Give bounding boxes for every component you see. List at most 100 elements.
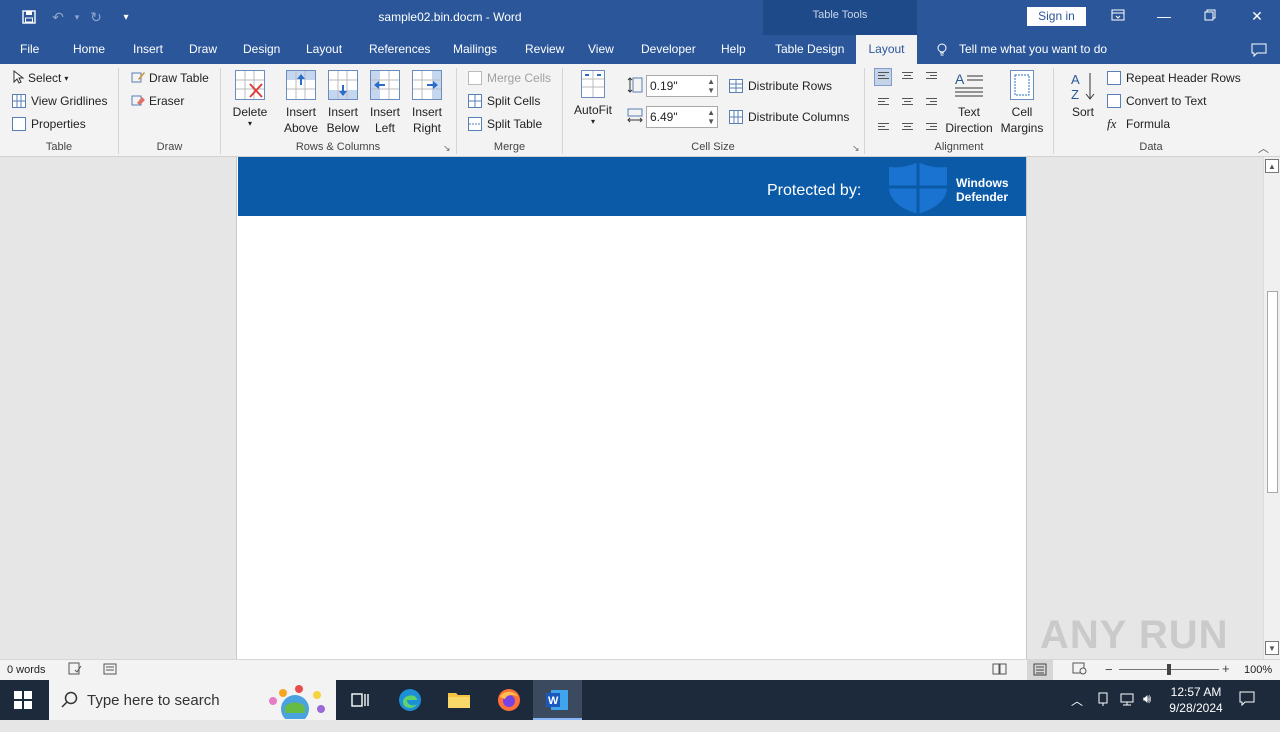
sort-button[interactable]: AZ Sort [1066, 70, 1100, 120]
tab-home[interactable]: Home [69, 35, 109, 64]
align-bottom-right-icon[interactable] [922, 114, 940, 132]
document-page[interactable] [236, 157, 1027, 659]
windows-start-icon[interactable] [14, 691, 32, 712]
tab-insert[interactable]: Insert [129, 35, 167, 64]
split-cells-button[interactable]: Split Cells [468, 91, 540, 111]
cell-margins-button[interactable]: Cell Margins [998, 70, 1046, 136]
select-button[interactable]: Select ▾ [12, 68, 68, 88]
tab-file[interactable]: File [16, 35, 43, 64]
status-bar: 0 words − + 100% [0, 659, 1280, 680]
defender-text-1: Windows [956, 176, 1009, 190]
zoom-level[interactable]: 100% [1244, 664, 1272, 676]
split-table-button[interactable]: Split Table [468, 114, 542, 134]
tab-review[interactable]: Review [521, 35, 568, 64]
convert-to-text-button[interactable]: Convert to Text [1107, 91, 1206, 111]
delete-button[interactable]: Delete ▾ [230, 70, 270, 128]
taskbar-search-box[interactable]: Type here to search [49, 680, 336, 723]
sign-in-button[interactable]: Sign in [1027, 7, 1086, 26]
merge-cells-icon [468, 71, 482, 85]
firefox-icon[interactable] [497, 688, 521, 712]
distribute-rows-button[interactable]: Distribute Rows [729, 76, 832, 96]
align-center-right-icon[interactable] [922, 91, 940, 109]
scroll-thumb[interactable] [1267, 291, 1278, 493]
ribbon-display-options-icon[interactable] [1108, 6, 1128, 26]
minimize-button[interactable]: — [1154, 6, 1174, 26]
anyrun-watermark: ANY RUN [1040, 613, 1229, 657]
dialog-launcher-icon[interactable]: ↘ [852, 143, 860, 154]
formula-button[interactable]: fx Formula [1107, 114, 1170, 134]
zoom-slider-thumb[interactable] [1167, 664, 1171, 675]
word-count[interactable]: 0 words [7, 664, 46, 676]
zoom-out-icon[interactable]: − [1105, 662, 1113, 677]
edge-icon[interactable] [398, 688, 422, 712]
proofing-icon[interactable] [68, 662, 82, 678]
draw-table-button[interactable]: Draw Table [131, 68, 209, 88]
view-gridlines-button[interactable]: View Gridlines [12, 91, 107, 111]
align-top-right-icon[interactable] [922, 68, 940, 86]
print-layout-icon[interactable] [1027, 660, 1053, 680]
vertical-scrollbar[interactable]: ▲ ▼ [1263, 157, 1280, 659]
tab-layout[interactable]: Layout [302, 35, 346, 64]
tab-references[interactable]: References [365, 35, 434, 64]
close-button[interactable]: ✕ [1247, 6, 1267, 26]
eraser-button[interactable]: Eraser [131, 91, 184, 111]
scroll-down-icon[interactable]: ▼ [1265, 641, 1279, 655]
align-center-left-icon[interactable] [874, 91, 892, 109]
tell-me-search[interactable]: Tell me what you want to do [955, 35, 1111, 64]
macro-recording-icon[interactable] [103, 662, 117, 678]
align-top-center-icon[interactable] [898, 68, 916, 86]
group-label-draw: Draw [156, 141, 183, 153]
tab-table-design[interactable]: Table Design [771, 35, 848, 64]
repeat-header-rows-button[interactable]: Repeat Header Rows [1107, 68, 1241, 88]
row-height-input[interactable]: 0.19" ▲ ▼ [646, 75, 718, 97]
restore-button[interactable] [1200, 6, 1220, 26]
table-tools-label: Table Tools [812, 9, 868, 21]
defender-logo-text: Windows Defender [956, 176, 1009, 204]
properties-button[interactable]: Properties [12, 114, 86, 134]
tab-view[interactable]: View [584, 35, 618, 64]
file-explorer-icon[interactable] [447, 688, 471, 712]
clock[interactable]: 12:57 AM 9/28/2024 [1165, 684, 1227, 724]
align-center-icon[interactable] [898, 91, 916, 109]
column-width-input[interactable]: 6.49" ▲ ▼ [646, 106, 718, 128]
tab-design[interactable]: Design [239, 35, 284, 64]
word-taskbar-button[interactable]: W [533, 680, 582, 720]
collapse-ribbon-icon[interactable]: ︿ [1258, 140, 1269, 156]
network-status-icon[interactable] [1096, 692, 1110, 732]
chevron-down-icon: ▾ [247, 119, 252, 128]
volume-icon[interactable]: 🔊︎ [1143, 691, 1151, 731]
zoom-in-icon[interactable]: + [1222, 661, 1230, 676]
split-table-icon [468, 117, 482, 131]
align-bottom-left-icon[interactable] [874, 114, 892, 132]
ethernet-icon[interactable] [1119, 692, 1135, 732]
distribute-columns-button[interactable]: Distribute Columns [729, 107, 849, 127]
read-mode-icon[interactable] [992, 662, 1007, 678]
merge-cells-button[interactable]: Merge Cells [468, 68, 551, 88]
autofit-button[interactable]: AutoFit ▾ [571, 70, 615, 126]
notifications-icon[interactable] [1239, 691, 1255, 731]
align-top-left-icon[interactable] [874, 68, 892, 86]
insert-left-button[interactable]: Insert Left [366, 70, 404, 136]
insert-below-icon [328, 70, 358, 100]
tab-help[interactable]: Help [717, 35, 750, 64]
tab-mailings[interactable]: Mailings [449, 35, 501, 64]
eraser-label: Eraser [149, 94, 185, 108]
spinner-arrows-icon[interactable]: ▲ ▼ [707, 77, 715, 95]
insert-below-button[interactable]: Insert Below [324, 70, 362, 136]
insert-above-button[interactable]: Insert Above [282, 70, 320, 136]
align-bottom-center-icon[interactable] [898, 114, 916, 132]
comments-icon[interactable] [1247, 35, 1271, 64]
show-hidden-icons-icon[interactable]: ︿ [1071, 692, 1083, 732]
web-layout-icon[interactable] [1072, 662, 1087, 678]
tab-table-layout[interactable]: Layout [856, 35, 917, 64]
insert-right-button[interactable]: Insert Right [408, 70, 446, 136]
spinner-arrows-icon[interactable]: ▲ ▼ [707, 108, 715, 126]
scroll-up-icon[interactable]: ▲ [1265, 159, 1279, 173]
tab-developer[interactable]: Developer [637, 35, 700, 64]
text-direction-button[interactable]: A Text Direction [943, 70, 995, 136]
windows-defender-shield-icon [888, 161, 949, 215]
row-height-value: 0.19" [650, 79, 678, 93]
dialog-launcher-icon[interactable]: ↘ [443, 143, 451, 154]
task-view-icon[interactable] [348, 688, 372, 712]
tab-draw[interactable]: Draw [185, 35, 221, 64]
